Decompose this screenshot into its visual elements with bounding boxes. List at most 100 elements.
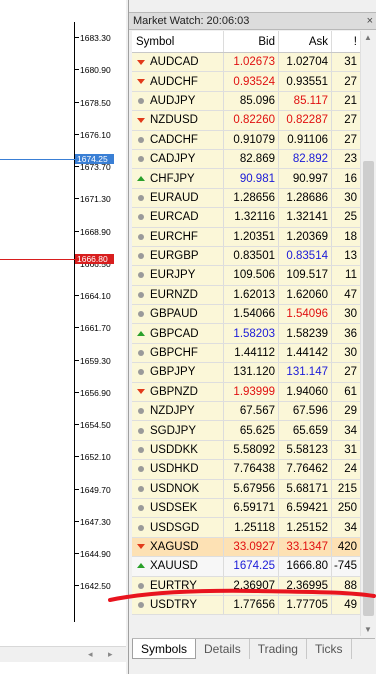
table-row[interactable]: XAGUSD 33.0927 33.1347 420 [132,537,360,558]
spread-cell[interactable]: 23 [332,150,360,168]
bid-cell[interactable]: 1.28656 [224,188,279,208]
bid-cell[interactable]: 1.02673 [224,53,279,72]
bid-cell[interactable]: 6.59171 [224,498,279,518]
symbol-cell[interactable]: EURAUD [132,188,224,208]
symbol-cell[interactable]: USDHKD [132,460,224,479]
ask-cell[interactable]: 131.147 [279,363,332,382]
symbol-cell[interactable]: USDDKK [132,440,224,460]
table-row[interactable]: AUDCAD 1.02673 1.02704 31 [132,53,360,73]
table-row[interactable]: SGDJPY 65.625 65.659 34 [132,421,360,441]
table-row[interactable]: AUDCHF 0.93524 0.93551 27 [132,72,360,92]
bid-cell[interactable]: 1.58203 [224,324,279,343]
spread-cell[interactable]: 25 [332,208,360,226]
ask-cell[interactable]: 1.32141 [279,208,332,227]
bid-cell[interactable]: 2.36907 [224,576,279,595]
table-row[interactable]: CADCHF 0.91079 0.91106 27 [132,130,360,150]
bid-cell[interactable]: 131.120 [224,363,279,382]
symbol-cell[interactable]: XAUUSD [132,557,224,576]
table-row[interactable]: EURJPY 109.506 109.517 11 [132,266,360,286]
scrollbar-thumb[interactable] [363,161,374,616]
symbol-cell[interactable]: GBPJPY [132,363,224,382]
table-row[interactable]: USDHKD 7.76438 7.76462 24 [132,460,360,480]
symbol-cell[interactable]: EURNZD [132,285,224,305]
spread-cell[interactable]: 36 [332,324,360,342]
symbol-cell[interactable]: SGDJPY [132,421,224,440]
table-row[interactable]: CHFJPY 90.981 90.997 16 [132,169,360,189]
scroll-down-icon[interactable]: ▼ [364,625,372,634]
table-row[interactable]: AUDJPY 85.096 85.117 21 [132,91,360,112]
close-icon[interactable]: × [367,13,373,30]
bid-cell[interactable]: 65.625 [224,421,279,440]
table-row[interactable]: GBPAUD 1.54066 1.54096 30 [132,305,360,325]
bid-cell[interactable]: 1.44112 [224,343,279,363]
bid-cell[interactable]: 0.83501 [224,246,279,266]
bid-cell[interactable]: 1.54066 [224,305,279,324]
ask-cell[interactable]: 0.82287 [279,111,332,130]
table-row[interactable]: EURGBP 0.83501 0.83514 13 [132,246,360,267]
spread-cell[interactable]: 18 [332,228,360,246]
table-row[interactable]: GBPNZD 1.93999 1.94060 61 [132,382,360,403]
bid-cell[interactable]: 5.67956 [224,479,279,498]
spread-cell[interactable]: 30 [332,344,360,362]
spread-cell[interactable]: 420 [332,538,360,556]
table-row[interactable]: CADJPY 82.869 82.892 23 [132,149,360,170]
ask-cell[interactable]: 33.1347 [279,537,332,557]
table-row[interactable]: NZDJPY 67.567 67.596 29 [132,402,360,422]
ask-cell[interactable]: 1.20369 [279,227,332,246]
tab-trading[interactable]: Trading [250,639,307,659]
symbol-cell[interactable]: EURCHF [132,227,224,246]
symbol-cell[interactable]: CHFJPY [132,169,224,188]
spread-cell[interactable]: -745 [332,557,360,575]
ask-cell[interactable]: 0.83514 [279,246,332,266]
symbol-cell[interactable]: CADCHF [132,130,224,149]
spread-cell[interactable]: 88 [332,577,360,595]
table-row[interactable]: USDTRY 1.77656 1.77705 49 [132,595,360,616]
bid-cell[interactable]: 0.91079 [224,130,279,149]
spread-cell[interactable]: 13 [332,247,360,265]
symbol-cell[interactable]: EURCAD [132,208,224,227]
ask-cell[interactable]: 5.68171 [279,479,332,498]
scroll-right-icon[interactable]: ▸ [108,649,113,660]
column-header-symbol[interactable]: Symbol [132,31,224,52]
symbol-cell[interactable]: CADJPY [132,149,224,169]
bid-cell[interactable]: 1.62013 [224,285,279,305]
chart-plot-area[interactable] [0,22,75,622]
bid-cell[interactable]: 0.93524 [224,72,279,91]
spread-cell[interactable]: 11 [332,266,360,284]
table-row[interactable]: GBPJPY 131.120 131.147 27 [132,363,360,383]
ask-cell[interactable]: 6.59421 [279,498,332,518]
bid-cell[interactable]: 85.096 [224,91,279,111]
symbol-cell[interactable]: USDNOK [132,479,224,498]
spread-cell[interactable]: 30 [332,189,360,207]
spread-cell[interactable]: 30 [332,305,360,323]
table-row[interactable]: GBPCHF 1.44112 1.44142 30 [132,343,360,364]
spread-cell[interactable]: 31 [332,441,360,459]
bid-cell[interactable]: 1.20351 [224,227,279,246]
scroll-left-icon[interactable]: ◂ [88,649,93,660]
market-watch-vertical-scrollbar[interactable]: ▲ ▼ [360,31,375,636]
table-row[interactable]: USDSEK 6.59171 6.59421 250 [132,498,360,519]
symbol-cell[interactable]: USDSGD [132,518,224,537]
ask-cell[interactable]: 1.28686 [279,188,332,208]
column-header-ask[interactable]: Ask [279,31,332,52]
symbol-cell[interactable]: GBPCHF [132,343,224,363]
spread-cell[interactable]: 250 [332,499,360,517]
bid-cell[interactable]: 82.869 [224,149,279,169]
ask-cell[interactable]: 1.25152 [279,518,332,537]
bid-cell[interactable]: 90.981 [224,169,279,188]
ask-cell[interactable]: 82.892 [279,149,332,169]
ask-cell[interactable]: 1.94060 [279,382,332,402]
ask-cell[interactable]: 1.54096 [279,305,332,324]
symbol-cell[interactable]: XAGUSD [132,537,224,557]
table-row[interactable]: EURNZD 1.62013 1.62060 47 [132,285,360,306]
spread-cell[interactable]: 27 [332,131,360,149]
ask-cell[interactable]: 85.117 [279,91,332,111]
table-row[interactable]: NZDUSD 0.82260 0.82287 27 [132,111,360,131]
symbol-cell[interactable]: USDSEK [132,498,224,518]
ask-cell[interactable]: 90.997 [279,169,332,188]
symbol-cell[interactable]: USDTRY [132,595,224,615]
ask-cell[interactable]: 0.91106 [279,130,332,149]
spread-cell[interactable]: 29 [332,402,360,420]
symbol-cell[interactable]: EURGBP [132,246,224,266]
spread-cell[interactable]: 27 [332,72,360,90]
